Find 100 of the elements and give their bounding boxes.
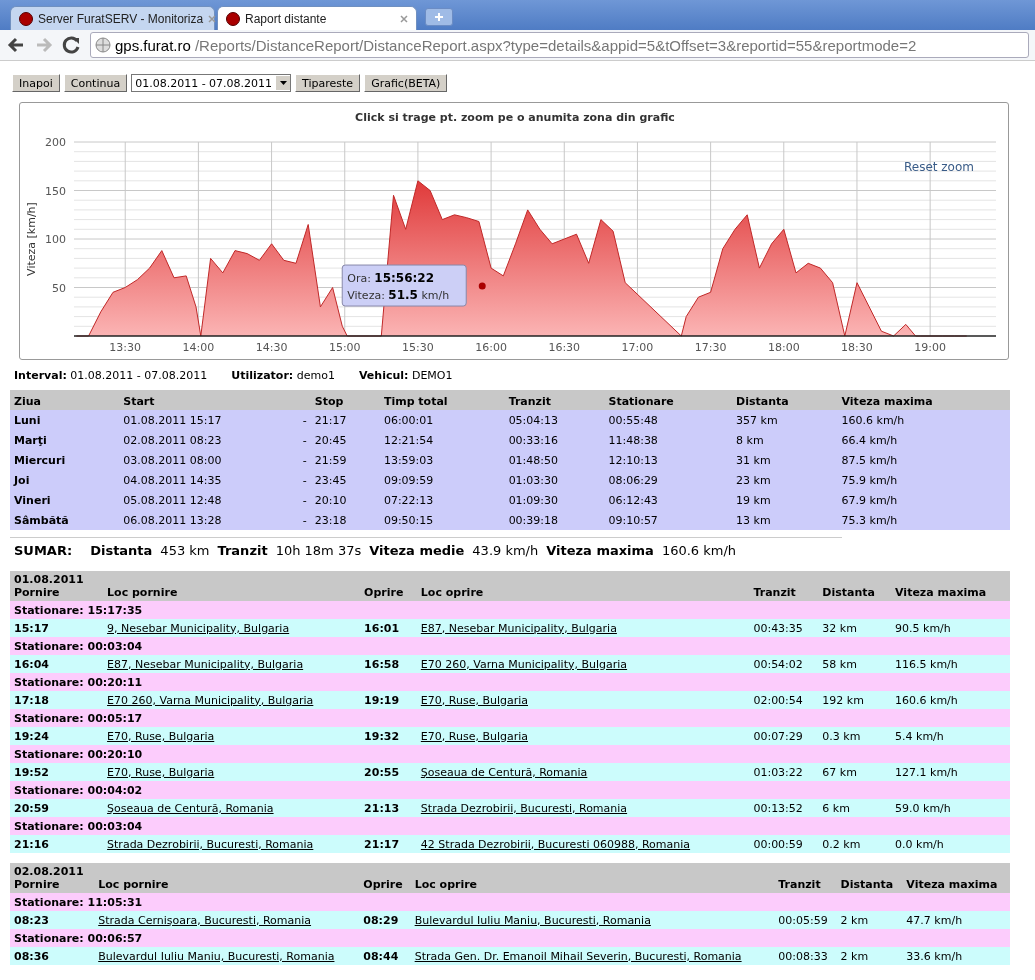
stationary-cell: 11:48:38 bbox=[604, 430, 733, 450]
back-button[interactable]: Inapoi bbox=[12, 74, 60, 92]
column-header: Stop bbox=[310, 390, 380, 410]
start-cell: 04.08.2011 14:35 - bbox=[119, 470, 311, 490]
stationary-cell: 00:55:48 bbox=[604, 410, 733, 430]
transit-cell: 00:43:35 bbox=[749, 619, 819, 637]
stationary-cell: 06:12:43 bbox=[604, 490, 733, 510]
day-cell: Luni bbox=[10, 410, 120, 430]
max-speed-cell: 67.9 km/h bbox=[837, 490, 1010, 510]
start-cell: 03.08.2011 08:00 - bbox=[119, 450, 311, 470]
distance-cell: 32 km bbox=[818, 619, 892, 637]
total-time-cell: 13:59:03 bbox=[379, 450, 505, 470]
max-speed-cell: 47.7 km/h bbox=[902, 911, 1010, 929]
transit-cell: 00:07:29 bbox=[749, 727, 819, 745]
x-tick-label: 15:00 bbox=[328, 341, 361, 354]
y-axis-title: Viteza [km/h] bbox=[25, 202, 38, 276]
column-header: Stationare bbox=[604, 390, 733, 410]
chart-button[interactable]: Grafic(BETA) bbox=[364, 74, 448, 92]
column-header: Viteza maxima bbox=[891, 571, 1010, 601]
stationary-row: Stationare: 00:05:17 bbox=[10, 709, 1010, 727]
stop-time: 16:58 bbox=[360, 655, 417, 673]
back-icon[interactable] bbox=[6, 35, 26, 55]
distance-cell: 0.3 km bbox=[818, 727, 892, 745]
stop-time: 19:32 bbox=[360, 727, 417, 745]
transit-cell: 02:00:54 bbox=[749, 691, 819, 709]
max-speed-cell: 66.4 km/h bbox=[837, 430, 1010, 450]
transit-cell: 00:54:02 bbox=[749, 655, 819, 673]
max-speed-cell: 59.0 km/h bbox=[891, 799, 1010, 817]
column-header: Tranzit bbox=[774, 863, 837, 893]
stationary-row: Stationare: 15:17:35 bbox=[10, 601, 1010, 619]
new-tab-button[interactable] bbox=[425, 8, 453, 26]
y-tick-label: 100 bbox=[45, 233, 66, 246]
distance-cell: 2 km bbox=[836, 947, 903, 965]
transit-cell: 01:09:30 bbox=[504, 490, 605, 510]
start-time: 15:17 bbox=[10, 619, 104, 637]
transit-cell: 00:13:52 bbox=[749, 799, 819, 817]
transit-cell: 00:33:16 bbox=[504, 430, 605, 450]
column-header: Timp total bbox=[379, 390, 505, 410]
print-button[interactable]: Tipareste bbox=[295, 74, 361, 92]
stationary-row: Stationare: 00:20:10 bbox=[10, 745, 1010, 763]
chart-tooltip: Ora: 15:56:22 Viteza: 51.5 km/h bbox=[341, 264, 467, 307]
start-cell: 06.08.2011 13:28 - bbox=[119, 510, 311, 530]
distance-cell: 67 km bbox=[818, 763, 892, 781]
column-header: Loc oprire bbox=[410, 863, 775, 893]
max-speed-cell: 75.3 km/h bbox=[837, 510, 1010, 530]
column-header: Tranzit bbox=[749, 571, 819, 601]
stationary-row: Stationare: 11:05:31 bbox=[10, 893, 1010, 911]
transit-cell: 01:03:30 bbox=[504, 470, 605, 490]
transit-cell: 01:48:50 bbox=[504, 450, 605, 470]
start-time: 21:16 bbox=[10, 835, 104, 853]
summary-label: Viteza medie bbox=[369, 543, 465, 558]
stop-cell: 23:45 bbox=[310, 470, 380, 490]
stationary-row: Stationare: 00:03:04 bbox=[10, 637, 1010, 655]
reset-zoom-button[interactable]: Reset zoom bbox=[904, 160, 974, 174]
interval-dropdown[interactable]: 01.08.2011 - 07.08.2011 bbox=[131, 74, 292, 92]
max-speed-cell: 160.6 km/h bbox=[837, 410, 1010, 430]
x-tick-label: 14:30 bbox=[255, 341, 288, 354]
close-icon[interactable] bbox=[400, 14, 408, 23]
browser-tab[interactable]: Raport distante bbox=[217, 6, 417, 30]
address-bar[interactable]: gps.furat.ro /Reports/DistanceReport/DistanceReport.aspx?type=details&appid=5&tOffset=3&reportid=55&reportmode=2 bbox=[90, 32, 1029, 58]
start-time: 08:23 bbox=[10, 911, 95, 929]
summary-value: 160.6 km/h bbox=[661, 543, 737, 558]
start-time: 08:36 bbox=[10, 947, 95, 965]
transit-cell: 00:05:59 bbox=[774, 911, 837, 929]
info-field: Interval: 01.08.2011 - 07.08.2011 bbox=[14, 369, 208, 382]
stop-cell: 21:59 bbox=[310, 450, 380, 470]
stop-cell: 23:18 bbox=[310, 510, 380, 530]
x-tick-label: 15:30 bbox=[402, 341, 434, 354]
column-header: Distanta bbox=[818, 571, 892, 601]
max-speed-cell: 0.0 km/h bbox=[891, 835, 1010, 853]
column-header: Distanta bbox=[732, 390, 838, 410]
x-tick-label: 18:30 bbox=[841, 341, 873, 354]
column-header: Loc oprire bbox=[416, 571, 750, 601]
stop-time: 19:19 bbox=[360, 691, 417, 709]
browser-tab[interactable]: Server FuratSERV - Monitoriza bbox=[10, 6, 215, 30]
distance-cell: 0.2 km bbox=[818, 835, 892, 853]
max-speed-cell: 160.6 km/h bbox=[891, 691, 1010, 709]
x-tick-label: 17:30 bbox=[694, 341, 727, 354]
column-header: Tranzit bbox=[504, 390, 605, 410]
stationary-cell: 09:10:57 bbox=[604, 510, 733, 530]
forward-icon[interactable] bbox=[34, 35, 54, 55]
stop-cell: 20:10 bbox=[310, 490, 380, 510]
reload-icon[interactable] bbox=[62, 35, 82, 55]
close-icon[interactable] bbox=[208, 14, 217, 23]
y-tick-label: 200 bbox=[45, 136, 66, 149]
start-cell: 05.08.2011 12:48 - bbox=[119, 490, 311, 510]
distance-cell: 58 km bbox=[818, 655, 892, 673]
stop-cell: 21:17 bbox=[310, 410, 380, 430]
column-header: Viteza maxima bbox=[837, 390, 1010, 410]
stop-cell: 20:45 bbox=[310, 430, 380, 450]
total-time-cell: 12:21:54 bbox=[379, 430, 505, 450]
total-time-cell: 09:50:15 bbox=[379, 510, 505, 530]
continue-button[interactable]: Continua bbox=[63, 74, 128, 92]
distance-cell: 357 km bbox=[732, 410, 838, 430]
chart-title: Click si trage pt. zoom pe o anumita zona din grafic bbox=[355, 111, 675, 124]
max-speed-cell: 33.6 km/h bbox=[902, 947, 1010, 965]
summary-label: Viteza maxima bbox=[546, 543, 654, 558]
stop-time: 20:55 bbox=[360, 763, 417, 781]
x-tick-label: 17:00 bbox=[621, 341, 654, 354]
column-header: Distanta bbox=[836, 863, 903, 893]
